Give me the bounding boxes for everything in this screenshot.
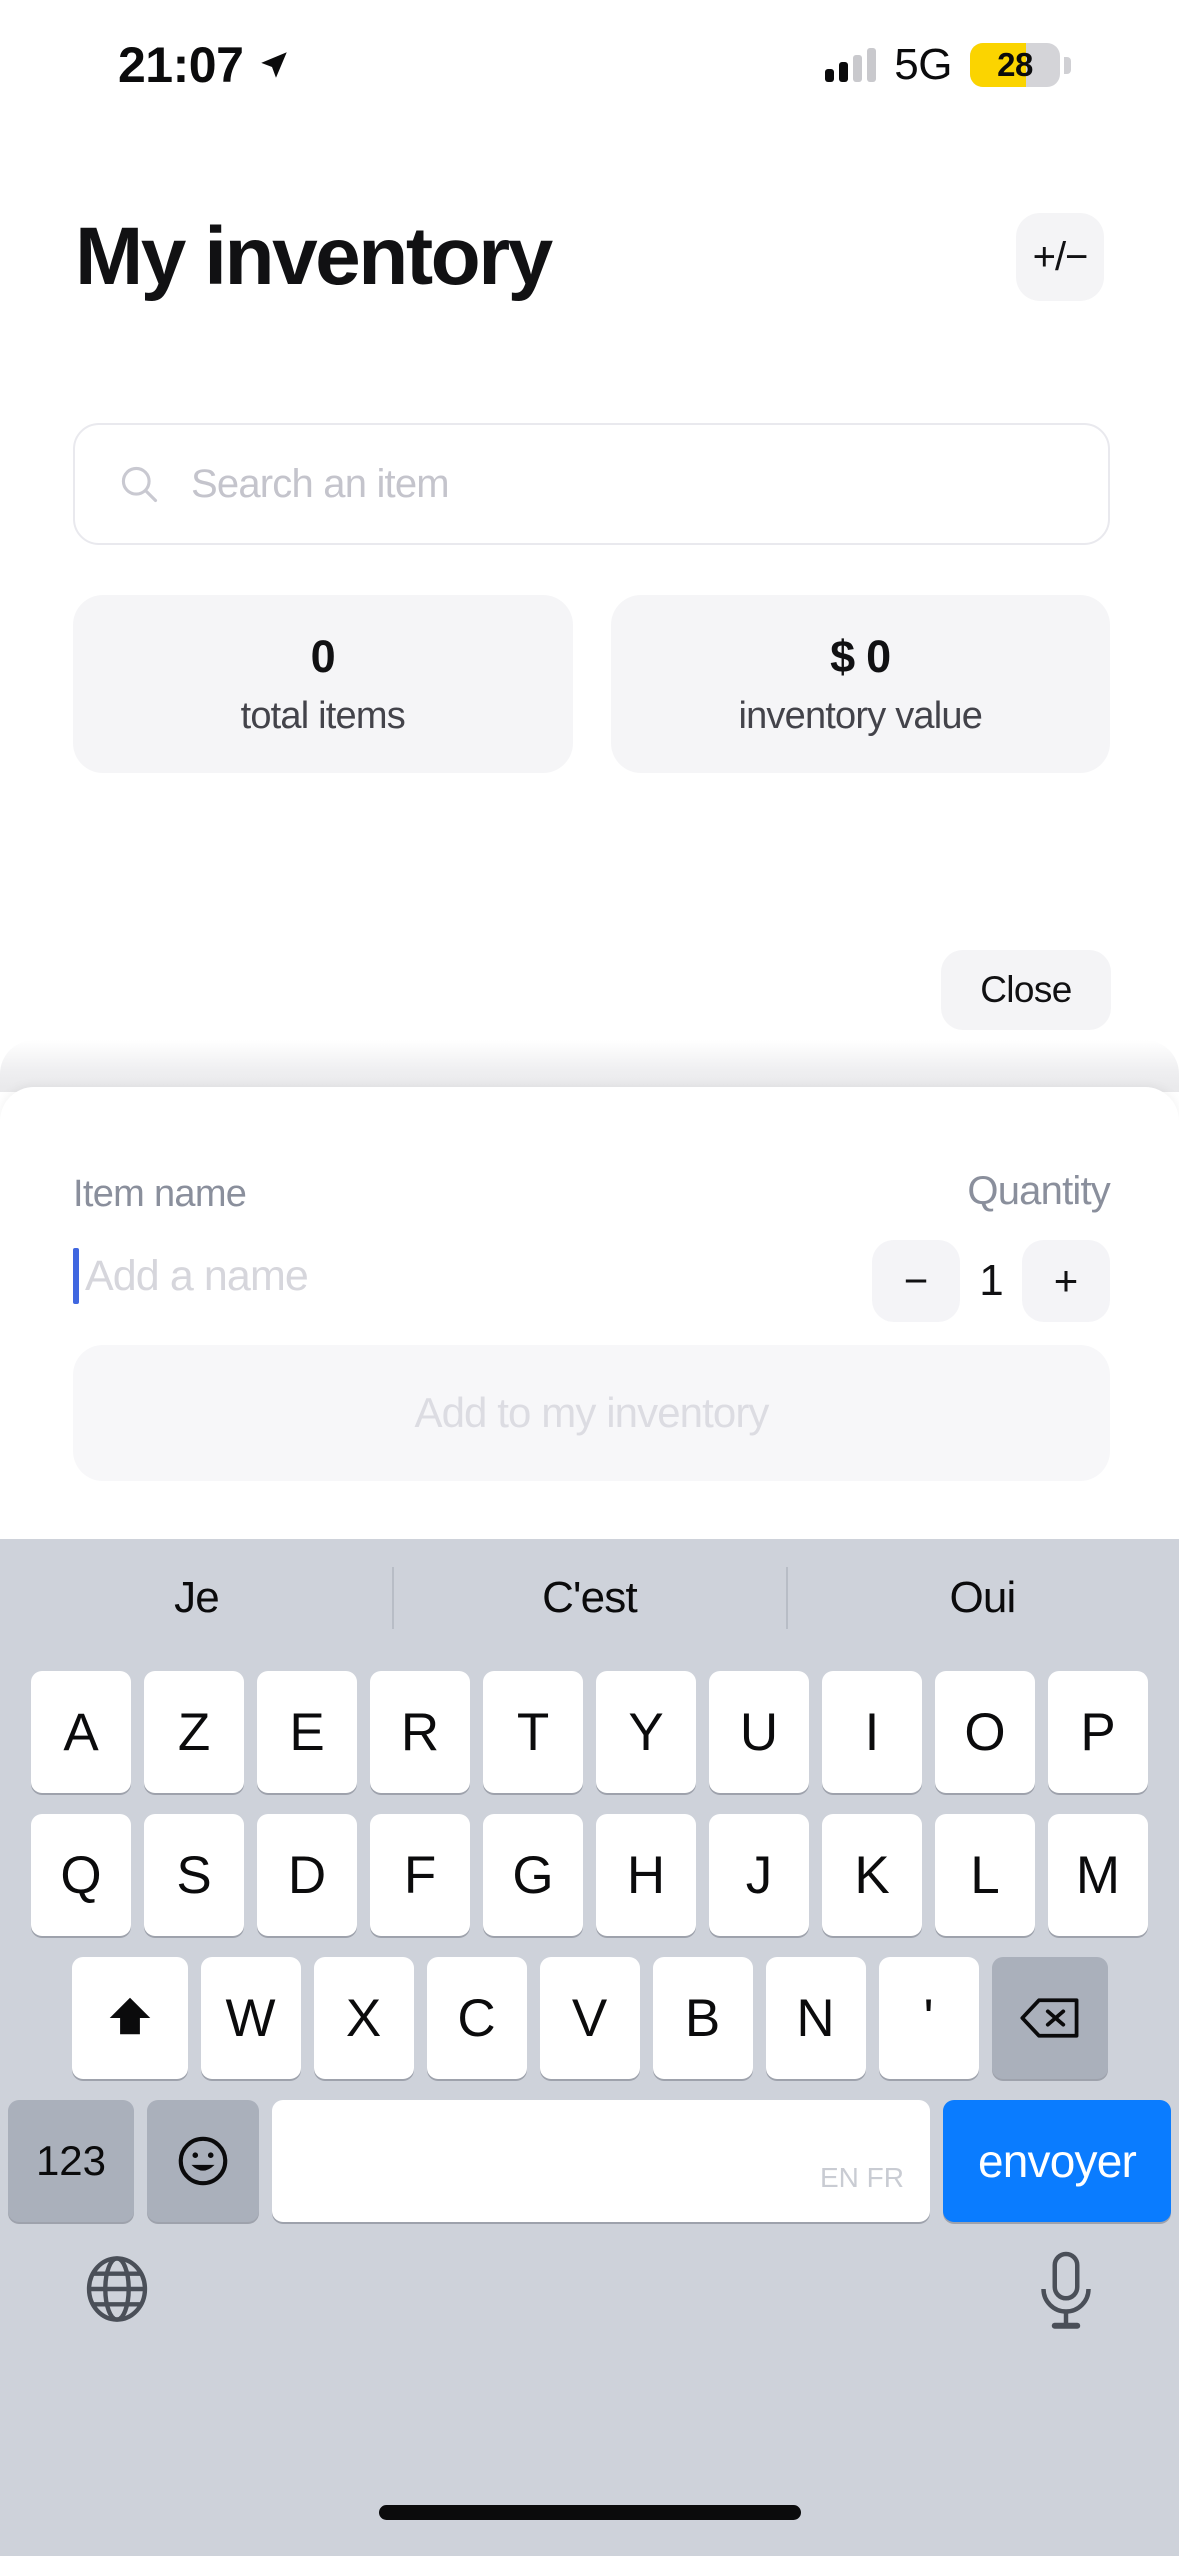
quantity-group: Quantity − 1 +: [872, 1169, 1111, 1322]
text-cursor: [73, 1248, 79, 1304]
numeric-key[interactable]: 123: [8, 2100, 134, 2222]
stat-card-inventory-value[interactable]: $ 0 inventory value: [610, 595, 1110, 773]
quantity-increment-button[interactable]: +: [1022, 1240, 1110, 1322]
status-bar: 21:07 5G 28: [0, 0, 1179, 130]
item-name-placeholder: Add a name: [85, 1251, 309, 1300]
key-apostrophe[interactable]: ': [878, 1957, 979, 2079]
item-name-group: Item name Add a name: [73, 1169, 309, 1304]
battery-indicator: 28: [970, 43, 1071, 87]
stat-card-total-items[interactable]: 0 total items: [73, 595, 573, 773]
key-r[interactable]: R: [370, 1671, 470, 1793]
key-l[interactable]: L: [935, 1814, 1035, 1936]
key-g[interactable]: G: [483, 1814, 583, 1936]
cellular-signal-icon: [825, 48, 877, 82]
keyboard-row-2: Q S D F G H J K L M: [0, 1814, 1179, 1936]
microphone-dictation-icon[interactable]: [1031, 2250, 1101, 2336]
network-type-label: 5G: [894, 40, 952, 89]
space-key[interactable]: EN FR: [272, 2100, 930, 2222]
key-f[interactable]: F: [370, 1814, 470, 1936]
space-language-label: EN FR: [820, 2162, 904, 2193]
stat-value: 0: [310, 630, 336, 682]
add-to-inventory-button[interactable]: Add to my inventory: [73, 1345, 1110, 1481]
stat-value: $ 0: [830, 630, 891, 682]
prediction-item[interactable]: C'est: [393, 1573, 786, 1623]
emoji-key[interactable]: [147, 2100, 259, 2222]
key-h[interactable]: H: [596, 1814, 696, 1936]
key-m[interactable]: M: [1048, 1814, 1148, 1936]
quantity-value: 1: [979, 1256, 1003, 1305]
shift-up-arrow-icon: [109, 1997, 150, 2035]
key-w[interactable]: W: [200, 1957, 301, 2079]
stats-row: 0 total items $ 0 inventory value: [73, 595, 1110, 773]
app-header: My inventory +/−: [0, 210, 1179, 304]
key-t[interactable]: T: [483, 1671, 583, 1793]
key-e[interactable]: E: [257, 1671, 357, 1793]
plus-minus-toggle-button[interactable]: +/−: [1016, 213, 1104, 301]
key-x[interactable]: X: [313, 1957, 414, 2079]
location-arrow-icon: [261, 52, 288, 78]
prediction-item[interactable]: Oui: [786, 1573, 1179, 1623]
send-key[interactable]: envoyer: [943, 2100, 1171, 2222]
key-a[interactable]: A: [31, 1671, 131, 1793]
quantity-stepper: − 1 +: [872, 1240, 1110, 1322]
key-i[interactable]: I: [822, 1671, 922, 1793]
on-screen-keyboard: Je C'est Oui A Z E R T Y U I O P Q S D F…: [0, 1539, 1179, 2556]
sheet-backdrop: [0, 1040, 1179, 1092]
phone-screen: 21:07 5G 28 My inventory +/− Search an i…: [0, 0, 1179, 2556]
stat-label: inventory value: [738, 694, 983, 737]
item-name-input[interactable]: Add a name: [73, 1248, 309, 1304]
page-title: My inventory: [75, 211, 553, 302]
key-o[interactable]: O: [935, 1671, 1035, 1793]
search-placeholder: Search an item: [191, 461, 450, 506]
key-p[interactable]: P: [1048, 1671, 1148, 1793]
battery-percent-label: 28: [997, 46, 1033, 83]
shift-key[interactable]: [71, 1957, 188, 2079]
emoji-smiley-icon: [178, 2136, 228, 2186]
key-y[interactable]: Y: [596, 1671, 696, 1793]
keyboard-bottom-bar: [0, 2250, 1179, 2400]
search-icon: [121, 466, 158, 503]
status-time-group: 21:07: [118, 36, 291, 94]
keyboard-row-3: W X C V B N ': [0, 1957, 1179, 2079]
quantity-label: Quantity: [967, 1169, 1110, 1213]
key-k[interactable]: K: [822, 1814, 922, 1936]
status-time: 21:07: [118, 37, 244, 93]
key-b[interactable]: B: [652, 1957, 753, 2079]
key-z[interactable]: Z: [144, 1671, 244, 1793]
keyboard-row-1: A Z E R T Y U I O P: [0, 1671, 1179, 1793]
add-item-bottom-sheet: Item name Add a name Quantity − 1 + Add …: [0, 1087, 1179, 1539]
prediction-item[interactable]: Je: [0, 1573, 393, 1623]
globe-language-icon[interactable]: [78, 2250, 156, 2328]
key-j[interactable]: J: [709, 1814, 809, 1936]
backspace-key[interactable]: [991, 1957, 1108, 2079]
key-q[interactable]: Q: [31, 1814, 131, 1936]
close-button[interactable]: Close: [941, 950, 1111, 1030]
key-u[interactable]: U: [709, 1671, 809, 1793]
keyboard-row-4: 123 EN FR envoyer: [0, 2100, 1179, 2222]
predictive-text-bar: Je C'est Oui: [0, 1539, 1179, 1657]
status-indicators: 5G 28: [825, 40, 1071, 90]
backspace-delete-icon: [1019, 1998, 1078, 2038]
quantity-decrement-button[interactable]: −: [872, 1240, 960, 1322]
key-n[interactable]: N: [765, 1957, 866, 2079]
search-field[interactable]: Search an item: [73, 423, 1110, 545]
key-c[interactable]: C: [426, 1957, 527, 2079]
item-name-label: Item name: [73, 1173, 247, 1215]
stat-label: total items: [240, 694, 406, 737]
key-d[interactable]: D: [257, 1814, 357, 1936]
key-v[interactable]: V: [539, 1957, 640, 2079]
home-indicator: [378, 2505, 801, 2520]
key-s[interactable]: S: [144, 1814, 244, 1936]
